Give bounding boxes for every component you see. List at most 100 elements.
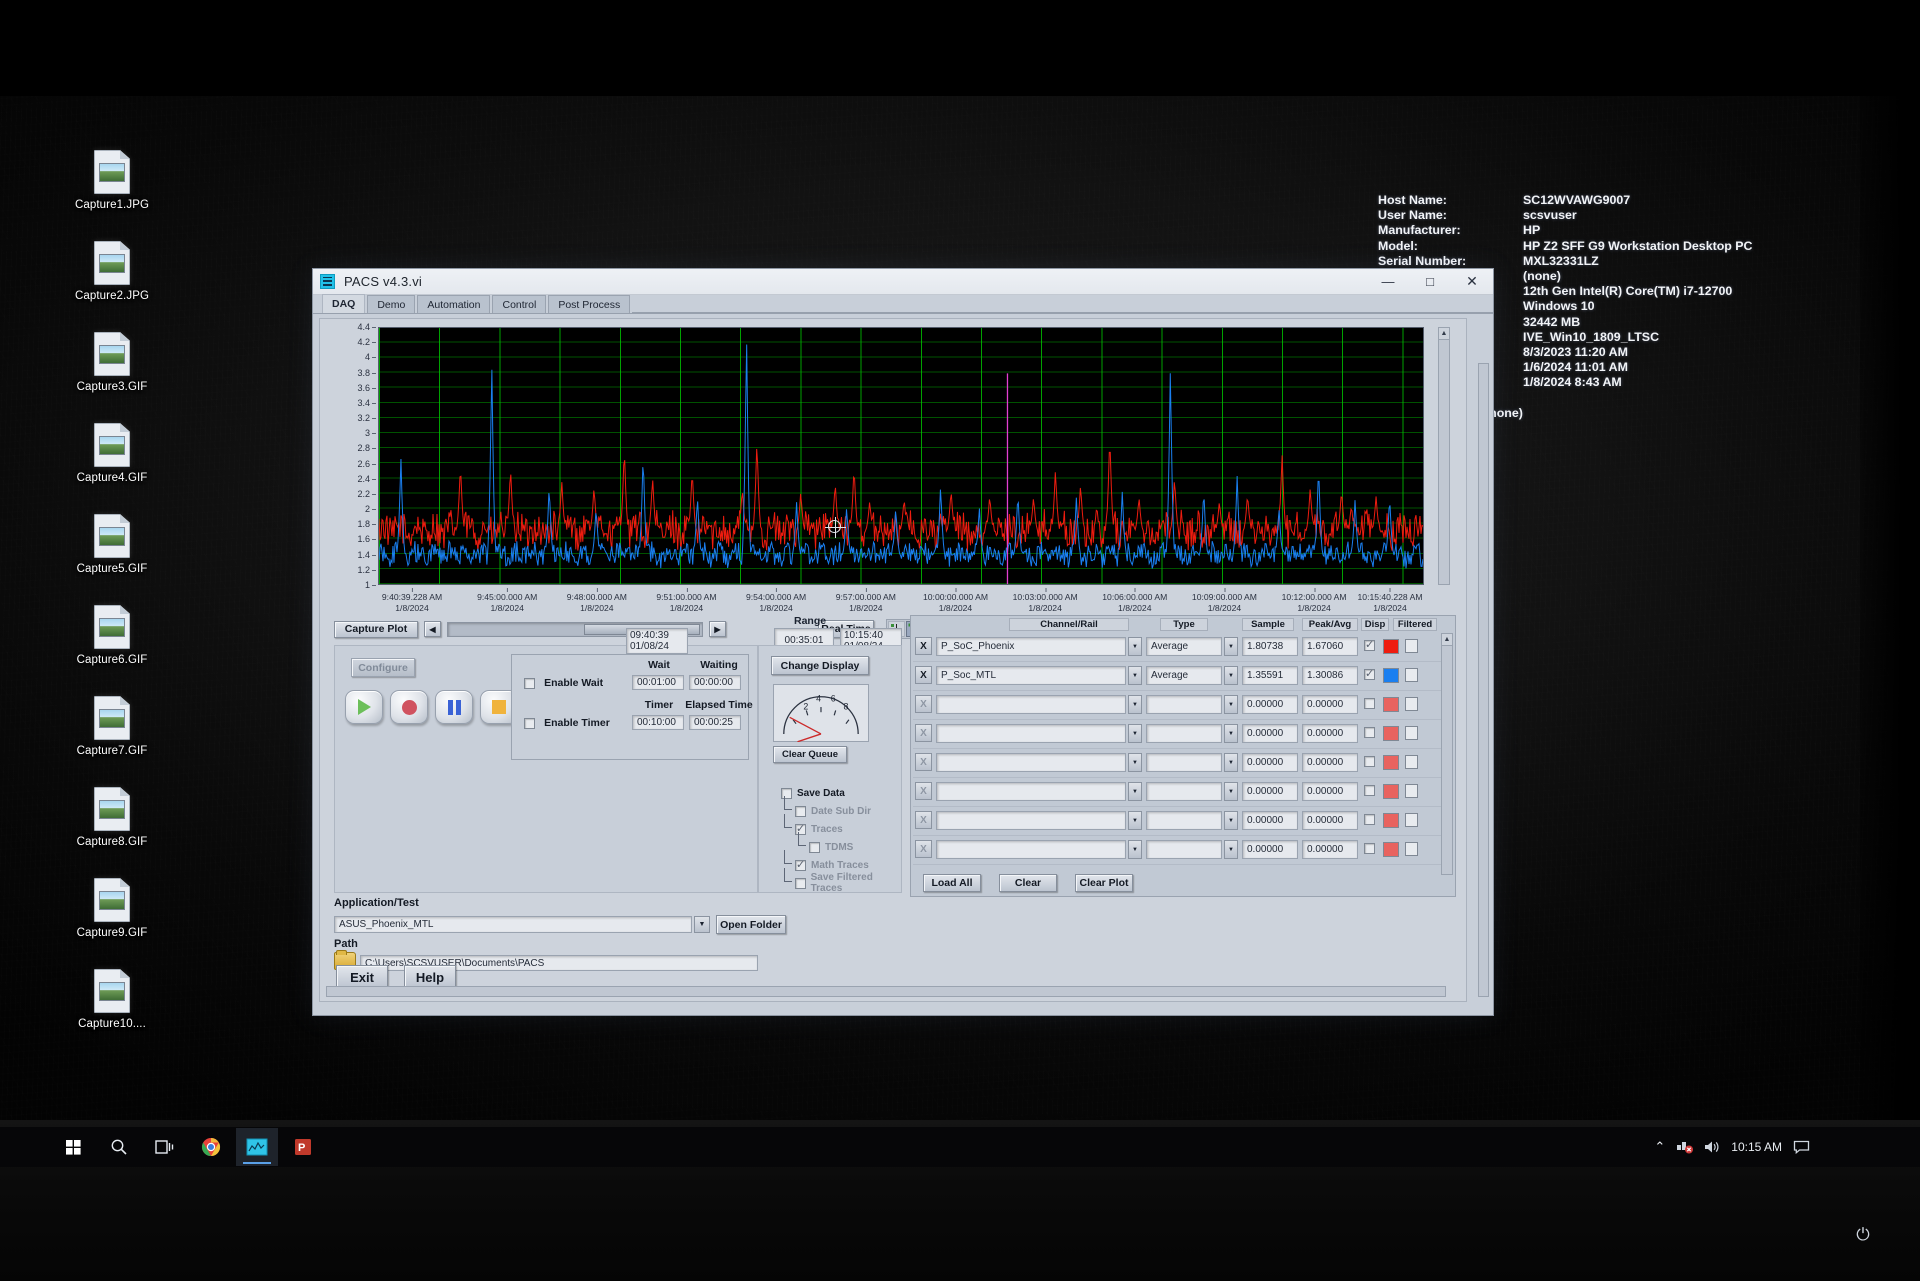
channel-display-checkbox[interactable] [1364, 814, 1375, 825]
load-all-button[interactable]: Load All [923, 874, 981, 892]
channel-color-swatch[interactable] [1383, 668, 1399, 683]
save-data-checkbox[interactable] [795, 877, 806, 889]
save-data-checkbox[interactable] [809, 841, 820, 853]
taskbar-clock[interactable]: 10:15 AM [1731, 1140, 1782, 1154]
timer-value-field[interactable]: 00:10:00 [632, 715, 684, 730]
save-data-checkbox[interactable] [795, 822, 806, 835]
wait-value-field[interactable]: 00:01:00 [632, 675, 684, 690]
desktop-icon[interactable]: Capture2.JPG [52, 241, 172, 332]
channel-display-checkbox[interactable] [1364, 667, 1375, 680]
configure-button[interactable]: Configure [351, 658, 415, 677]
channel-filtered-checkbox[interactable] [1405, 639, 1418, 653]
channel-name-field[interactable] [936, 811, 1126, 830]
desktop-icon[interactable]: Capture1.JPG [52, 150, 172, 241]
start-button[interactable] [52, 1128, 94, 1166]
pause-button[interactable] [435, 690, 473, 724]
channel-filtered-checkbox[interactable] [1405, 842, 1418, 856]
channel-color-swatch[interactable] [1383, 755, 1399, 770]
maximize-button[interactable]: □ [1409, 269, 1451, 295]
desktop-icon[interactable]: Capture7.GIF [52, 696, 172, 787]
channel-type-field[interactable]: Average [1146, 637, 1222, 656]
tab-post-process[interactable]: Post Process [548, 295, 631, 313]
channel-display-checkbox[interactable] [1364, 698, 1375, 709]
change-display-button[interactable]: Change Display [771, 656, 869, 675]
channel-filtered-checkbox[interactable] [1405, 784, 1418, 798]
channel-type-chevron-down-icon[interactable]: ▼ [1224, 637, 1238, 656]
channel-name-field[interactable] [936, 840, 1126, 859]
channel-color-swatch[interactable] [1383, 697, 1399, 712]
network-error-icon[interactable] [1676, 1140, 1694, 1154]
channel-name-field[interactable] [936, 695, 1126, 714]
channel-type-field[interactable] [1146, 753, 1222, 772]
channel-filtered-checkbox[interactable] [1405, 726, 1418, 740]
channel-scroll-up-arrow[interactable]: ▲ [1442, 634, 1452, 646]
powerpoint-button[interactable]: P [282, 1128, 324, 1166]
record-button[interactable] [390, 690, 428, 724]
panel-vertical-scrollbar[interactable] [1478, 363, 1489, 997]
channel-type-chevron-down-icon[interactable]: ▼ [1224, 666, 1238, 685]
channel-type-chevron-down-icon[interactable]: ▼ [1224, 840, 1238, 859]
channel-name-chevron-down-icon[interactable]: ▼ [1128, 840, 1142, 859]
notification-icon[interactable] [1793, 1140, 1810, 1154]
channel-type-field[interactable]: Average [1146, 666, 1222, 685]
channel-name-field[interactable] [936, 724, 1126, 743]
desktop-icon[interactable]: Capture10.... [52, 969, 172, 1060]
channel-display-checkbox[interactable] [1364, 756, 1375, 767]
channel-remove-button[interactable]: X [915, 811, 932, 829]
channel-display-checkbox[interactable] [1364, 638, 1375, 651]
tab-daq[interactable]: DAQ [322, 294, 366, 313]
chrome-button[interactable] [190, 1128, 232, 1166]
tab-control[interactable]: Control [492, 295, 547, 313]
chart-plot-canvas[interactable] [378, 327, 1424, 585]
tab-automation[interactable]: Automation [417, 295, 491, 313]
open-folder-button[interactable]: Open Folder [716, 915, 786, 934]
chevron-down-icon[interactable]: ▼ [694, 916, 710, 933]
channel-remove-button[interactable]: X [915, 666, 932, 684]
play-button[interactable] [345, 690, 383, 724]
desktop-icon[interactable]: Capture4.GIF [52, 423, 172, 514]
channel-remove-button[interactable]: X [915, 840, 932, 858]
channel-color-swatch[interactable] [1383, 813, 1399, 828]
channel-name-chevron-down-icon[interactable]: ▼ [1128, 753, 1142, 772]
save-data-item[interactable]: Save Data [767, 784, 903, 802]
capture-plot-button[interactable]: Capture Plot [334, 620, 418, 638]
channel-color-swatch[interactable] [1383, 842, 1399, 857]
task-view-button[interactable] [144, 1128, 186, 1166]
channel-name-field[interactable]: P_Soc_MTL [936, 666, 1126, 685]
channel-remove-button[interactable]: X [915, 724, 932, 742]
channel-name-chevron-down-icon[interactable]: ▼ [1128, 724, 1142, 743]
save-data-item[interactable]: Traces [767, 814, 903, 838]
save-data-item[interactable]: Date Sub Dir [767, 796, 903, 820]
channel-type-field[interactable] [1146, 695, 1222, 714]
close-button[interactable]: ✕ [1451, 269, 1493, 295]
channel-display-checkbox[interactable] [1364, 843, 1375, 854]
clear-button[interactable]: Clear [999, 874, 1057, 892]
plot-prev-button[interactable]: ◀ [424, 621, 441, 637]
channel-remove-button[interactable]: X [915, 782, 932, 800]
minimize-button[interactable]: — [1367, 269, 1409, 295]
volume-icon[interactable] [1704, 1140, 1720, 1154]
channel-display-checkbox[interactable] [1364, 785, 1375, 796]
channel-color-swatch[interactable] [1383, 726, 1399, 741]
channel-table-scrollbar[interactable]: ▲ [1441, 633, 1453, 875]
enable-timer-checkbox[interactable] [524, 717, 535, 729]
channel-type-chevron-down-icon[interactable]: ▼ [1224, 724, 1238, 743]
chart-cursor-marker[interactable] [825, 517, 846, 538]
channel-filtered-checkbox[interactable] [1405, 697, 1418, 711]
channel-filtered-checkbox[interactable] [1405, 813, 1418, 827]
channel-type-chevron-down-icon[interactable]: ▼ [1224, 753, 1238, 772]
save-data-checkbox[interactable] [795, 858, 806, 871]
channel-name-field[interactable] [936, 782, 1126, 801]
channel-color-swatch[interactable] [1383, 784, 1399, 799]
clear-plot-button[interactable]: Clear Plot [1075, 874, 1133, 892]
desktop-icon[interactable]: Capture9.GIF [52, 878, 172, 969]
channel-type-field[interactable] [1146, 811, 1222, 830]
tray-chevron-icon[interactable]: ⌃ [1654, 1139, 1665, 1155]
channel-name-chevron-down-icon[interactable]: ▼ [1128, 811, 1142, 830]
chart-scroll-up-arrow[interactable]: ▲ [1439, 328, 1449, 340]
channel-name-field[interactable]: P_SoC_Phoenix [936, 637, 1126, 656]
channel-color-swatch[interactable] [1383, 639, 1399, 654]
panel-horizontal-scrollbar[interactable] [326, 986, 1446, 997]
channel-filtered-checkbox[interactable] [1405, 668, 1418, 682]
save-data-checkbox[interactable] [781, 787, 792, 799]
